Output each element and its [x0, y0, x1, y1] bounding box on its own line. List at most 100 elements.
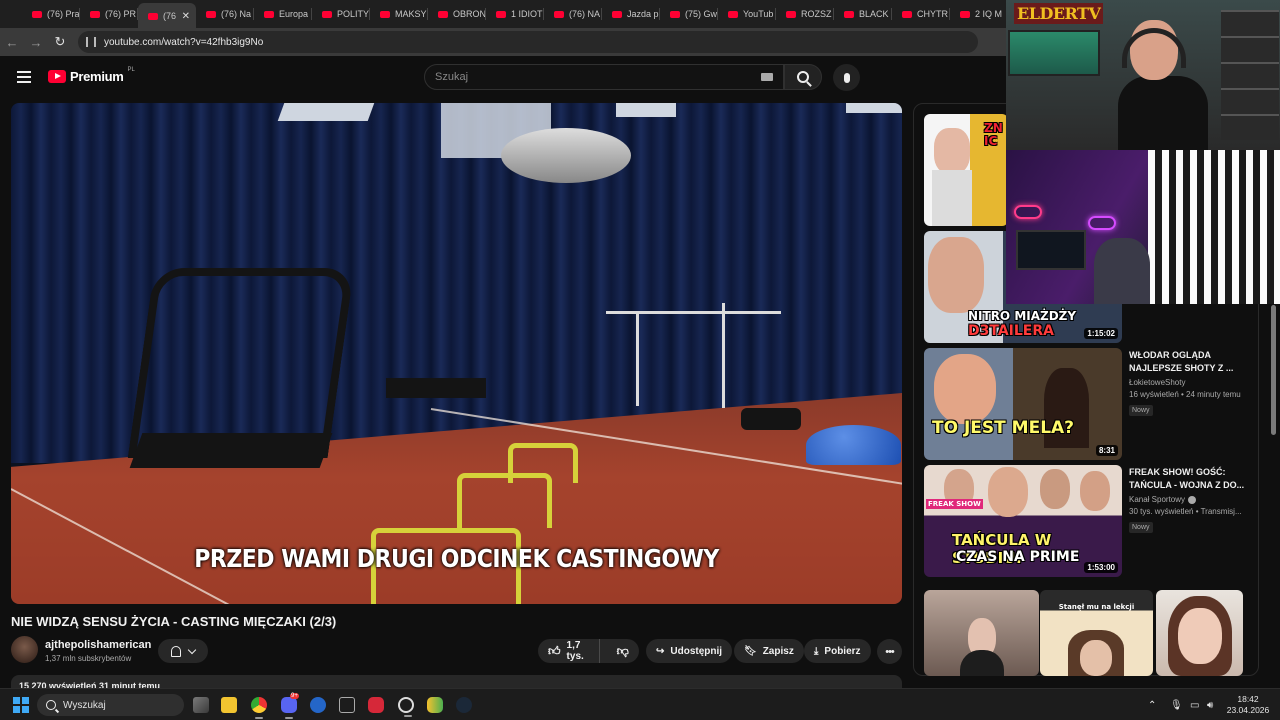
- youtube-favicon-icon: [438, 10, 448, 18]
- taskbar-search[interactable]: Wyszukaj: [37, 694, 184, 716]
- tab-label: OBRON: [453, 9, 486, 19]
- browser-tab[interactable]: (76) NA: [544, 3, 602, 25]
- app-red-icon[interactable]: [368, 697, 384, 713]
- site-info-icon[interactable]: [86, 37, 96, 47]
- forward-arrow-icon[interactable]: →: [24, 30, 48, 54]
- keyboard-icon[interactable]: [761, 73, 773, 81]
- search-icon: [46, 700, 56, 710]
- browser-tab[interactable]: Jazda p: [602, 3, 660, 25]
- notification-bell-button[interactable]: [158, 639, 208, 663]
- video-title: NIE WIDZĄ SENSU ŻYCIA - CASTING MIĘCZAKI…: [11, 614, 337, 629]
- thumbnail-text: TO JEST MELA?: [932, 418, 1075, 438]
- task-view-icon[interactable]: [193, 697, 209, 713]
- browser-tab[interactable]: (76) PR: [80, 3, 138, 25]
- browser-tab[interactable]: POLITYK: [312, 3, 370, 25]
- short-thumbnail[interactable]: [1156, 590, 1243, 676]
- browser-tab[interactable]: BLACK: [834, 3, 892, 25]
- browser-toolbar: ← → ↻ youtube.com/watch?v=42fhb3ig9No: [0, 28, 1010, 56]
- dislike-button[interactable]: 👎︎: [606, 644, 639, 659]
- menu-icon[interactable]: [17, 71, 31, 83]
- stream-logo: ELDERTV: [1014, 3, 1104, 24]
- back-arrow-icon[interactable]: ←: [0, 30, 24, 54]
- browser-tab-active[interactable]: (76 ✕: [138, 3, 196, 29]
- video-player[interactable]: PRZED WAMI DRUGI ODCINEK CASTINGOWY: [11, 103, 902, 604]
- share-button[interactable]: ↪ Udostępnij: [646, 639, 733, 663]
- tab-label: POLITYK: [337, 9, 370, 19]
- suggestion-channel[interactable]: Kanał Sportowy: [1129, 495, 1249, 504]
- short-thumbnail[interactable]: Stanęł mu na lekcji: [1040, 590, 1153, 676]
- suggestion-stats: 30 tys. wyświetleń • Transmisj...: [1129, 507, 1242, 516]
- youtube-play-logo-icon: [48, 70, 66, 83]
- bookmark-icon: 🔖︎: [744, 645, 757, 657]
- suggestion-title[interactable]: WŁODAR OGLĄDA NAJLEPSZE SHOTY Z ...: [1129, 349, 1249, 375]
- youtube-favicon-icon: [90, 10, 100, 18]
- studio-lamp: [501, 128, 631, 183]
- download-button[interactable]: ⤓ Pobierz: [804, 639, 871, 663]
- sidebar-scrollbar[interactable]: [1271, 305, 1276, 435]
- microphone-icon: [843, 72, 850, 83]
- reload-icon[interactable]: ↻: [48, 30, 72, 54]
- monitor: [1016, 230, 1086, 270]
- address-bar[interactable]: youtube.com/watch?v=42fhb3ig9No: [78, 31, 978, 53]
- youtube-favicon-icon: [496, 10, 506, 18]
- suggestion-meta[interactable]: WŁODAR OGLĄDA NAJLEPSZE SHOTY Z ... Łoki…: [1129, 349, 1249, 417]
- clock-date: 23.04.2026: [1226, 705, 1270, 715]
- file-explorer-icon[interactable]: [221, 697, 237, 713]
- browser-tab[interactable]: ROZSZ: [776, 3, 834, 25]
- suggestion-thumbnail[interactable]: ZN IC: [924, 114, 1008, 226]
- browser-tab[interactable]: Europa: [254, 3, 312, 25]
- browser-tab[interactable]: (76) Na: [196, 3, 254, 25]
- network-icon[interactable]: ▭: [1190, 689, 1199, 720]
- thumbnail-text: NITRO MIAŻDŻY: [968, 309, 1077, 323]
- browser-tab[interactable]: 2 IQ M: [950, 3, 1008, 25]
- search-input[interactable]: Szukaj: [424, 64, 784, 90]
- suggestion-title[interactable]: FREAK SHOW! GOŚĆ: TAŃCULA - WOJNA Z DO..…: [1129, 466, 1249, 492]
- voice-search-button[interactable]: [833, 64, 860, 91]
- microphone-tray-icon[interactable]: 🎙︎: [1170, 689, 1183, 720]
- app-green-icon[interactable]: [427, 697, 443, 713]
- search-button[interactable]: [784, 64, 822, 90]
- save-label: Zapisz: [762, 645, 794, 657]
- tab-label: CHYTR: [917, 9, 948, 19]
- browser-tab[interactable]: 1 IDIOT: [486, 3, 544, 25]
- discord-icon[interactable]: 9+: [281, 693, 299, 719]
- browser-tab[interactable]: (75) Gw: [660, 3, 718, 25]
- volume-icon[interactable]: 🔊︎: [1207, 689, 1213, 720]
- browser-tab[interactable]: OBRON: [428, 3, 486, 25]
- new-badge: Nowy: [1129, 405, 1153, 416]
- windows-start-icon[interactable]: [13, 697, 29, 713]
- steam-icon[interactable]: [456, 697, 472, 713]
- system-clock[interactable]: 18:42 23.04.2026: [1222, 694, 1274, 716]
- more-actions-button[interactable]: •••: [877, 639, 902, 664]
- close-tab-icon[interactable]: ✕: [182, 11, 190, 22]
- browser-tab[interactable]: YouTub: [718, 3, 776, 25]
- logo-word: Premium: [70, 69, 124, 84]
- xbox-icon[interactable]: [339, 697, 355, 713]
- channel-name[interactable]: ajthepolishamerican: [45, 639, 151, 651]
- suggestion-thumbnail[interactable]: TO JEST MELA? 8:31: [924, 348, 1122, 460]
- tray-chevron-icon[interactable]: ⌃: [1148, 689, 1156, 720]
- browser-tab[interactable]: (76) Pra: [22, 3, 80, 25]
- youtube-premium-logo[interactable]: Premium PL: [48, 67, 135, 84]
- obs-icon[interactable]: [398, 697, 414, 717]
- thumbs-down-icon: 👎︎: [616, 643, 629, 658]
- save-button[interactable]: 🔖︎ Zapisz: [734, 639, 804, 663]
- short-thumbnail[interactable]: [924, 590, 1039, 676]
- channel-subscribers: 1,37 mln subskrybentów: [45, 654, 132, 663]
- youtube-favicon-icon: [206, 10, 216, 18]
- like-button[interactable]: 👍︎ 1,7 tys.: [538, 639, 601, 663]
- youtube-favicon-icon: [380, 10, 390, 18]
- chrome-icon[interactable]: [251, 697, 267, 719]
- browser-tab[interactable]: MAKSY: [370, 3, 428, 25]
- search-icon: [797, 71, 809, 83]
- windows-taskbar: Wyszukaj 9+ ⌃ 🎙︎ ▭ 🔊︎ 18:42 23.04.2026: [0, 688, 1280, 720]
- ea-app-icon[interactable]: [310, 697, 326, 713]
- youtube-favicon-icon: [264, 10, 274, 18]
- browser-tab[interactable]: CHYTR: [892, 3, 950, 25]
- suggestion-meta[interactable]: FREAK SHOW! GOŚĆ: TAŃCULA - WOJNA Z DO..…: [1129, 466, 1249, 534]
- youtube-favicon-icon: [960, 10, 970, 18]
- suggestion-thumbnail[interactable]: FREAK SHOW TAŃCULA W STUDIU! CZAS NA PRI…: [924, 465, 1122, 577]
- youtube-favicon-icon: [32, 10, 42, 18]
- suggestion-channel[interactable]: ŁokietoweShoty: [1129, 378, 1249, 387]
- channel-avatar[interactable]: [11, 636, 38, 663]
